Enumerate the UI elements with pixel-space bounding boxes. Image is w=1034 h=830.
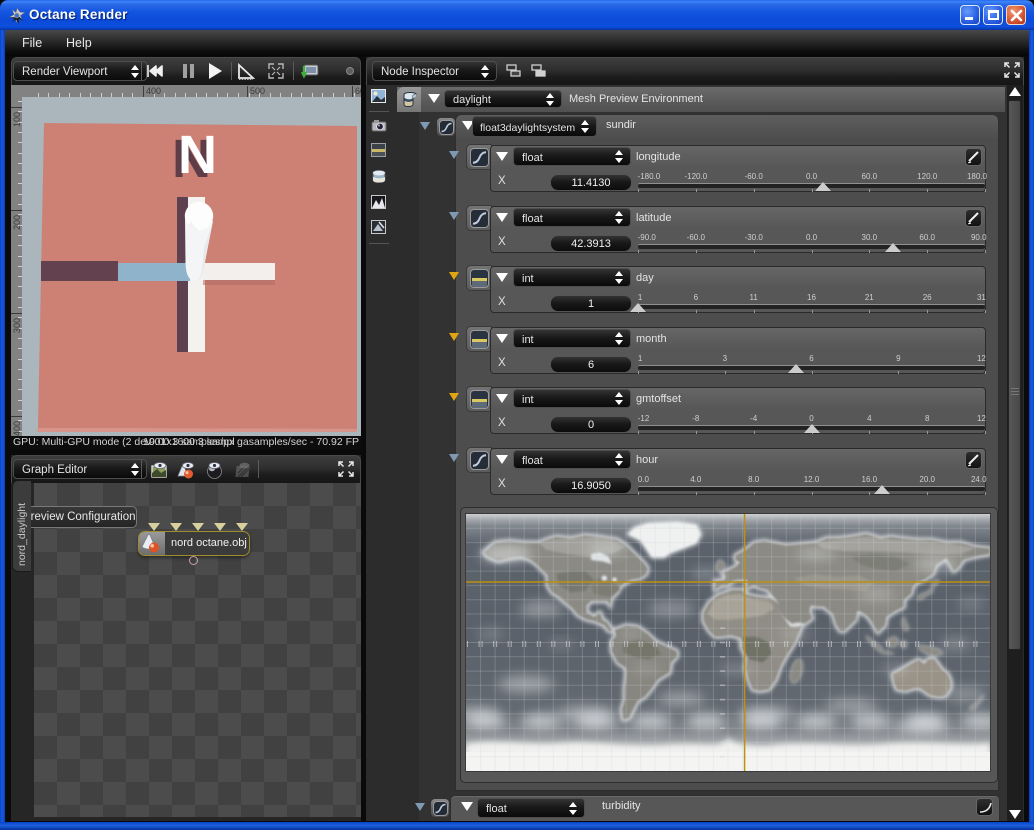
svg-text:N: N <box>178 125 217 185</box>
